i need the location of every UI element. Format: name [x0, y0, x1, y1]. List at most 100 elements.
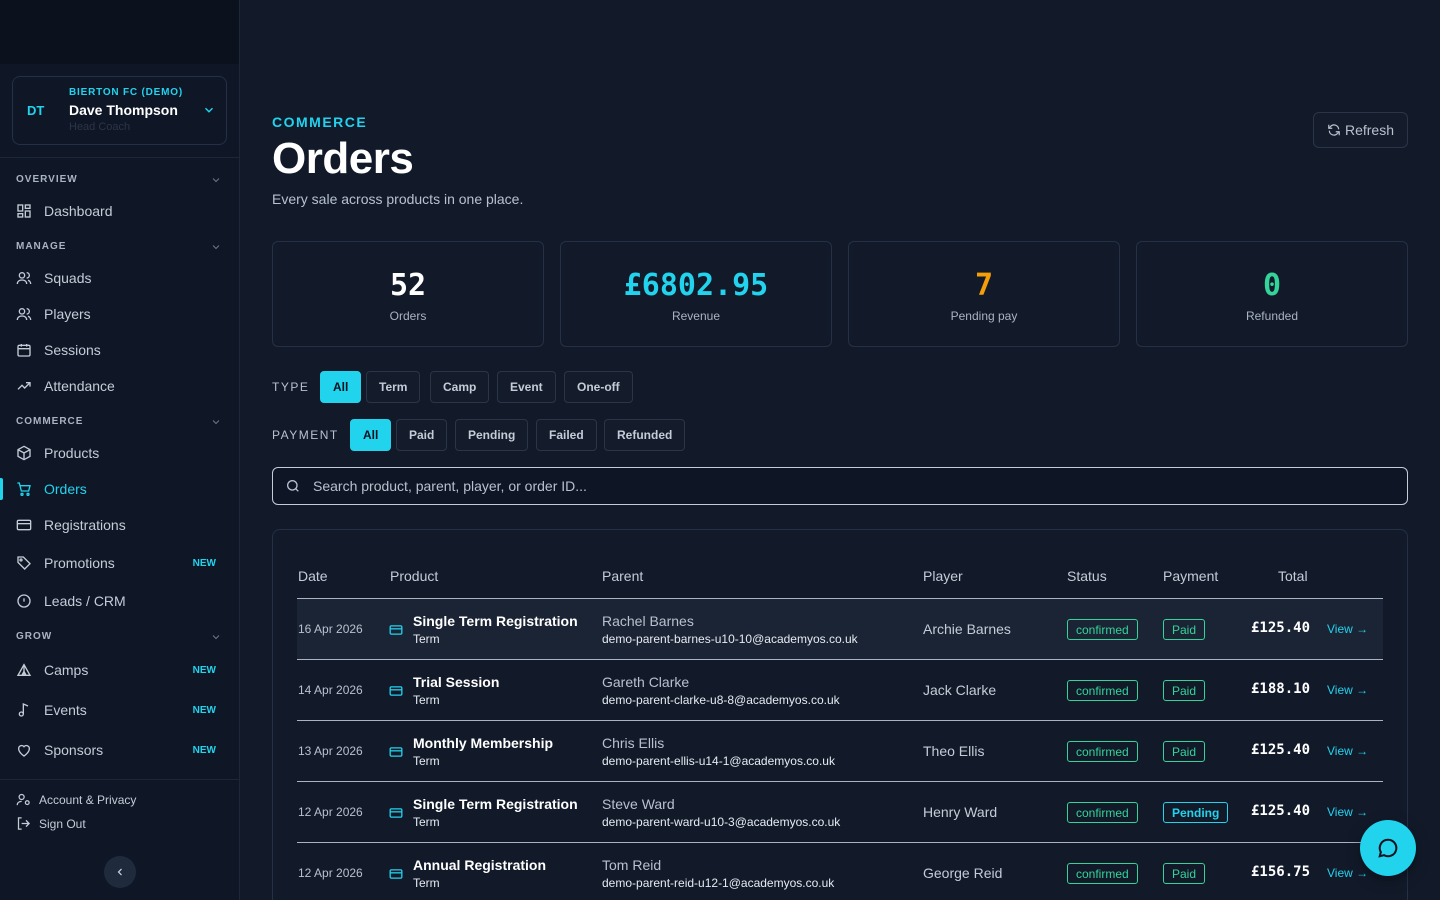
sidebar-item-promotions[interactable]: Promotions NEW	[0, 548, 239, 578]
type-filter-one-off[interactable]: One-off	[564, 371, 633, 403]
user-name: Dave Thompson	[69, 102, 178, 118]
view-order-link[interactable]: View →	[1327, 744, 1368, 758]
chat-button[interactable]	[1360, 820, 1416, 876]
payment-filter-refunded[interactable]: Refunded	[604, 419, 686, 451]
sidebar-item-dashboard[interactable]: Dashboard	[0, 196, 239, 226]
sidebar-item-leads-crm[interactable]: Leads / CRM	[0, 586, 239, 616]
card-icon	[389, 869, 403, 879]
chevron-down-icon[interactable]	[210, 416, 222, 428]
payment-filter-failed[interactable]: Failed	[536, 419, 597, 451]
card-icon	[389, 625, 403, 635]
account-privacy-link[interactable]: Account & Privacy	[16, 792, 136, 807]
table-row[interactable]: 16 Apr 2026 Single Term Registration Ter…	[297, 599, 1383, 660]
product-type: Term	[413, 693, 440, 707]
avatar: DT	[27, 103, 45, 118]
sidebar-item-label: Dashboard	[44, 203, 113, 219]
payment-filter-pending[interactable]: Pending	[455, 419, 529, 451]
player-name: Archie Barnes	[923, 621, 1011, 637]
column-header-product[interactable]: Product	[390, 568, 438, 584]
view-order-link[interactable]: View →	[1327, 622, 1368, 636]
sidebar-item-registrations[interactable]: Registrations	[0, 510, 239, 540]
heart-icon	[18, 744, 30, 757]
refresh-button[interactable]: Refresh	[1313, 112, 1408, 148]
type-filter-camp[interactable]: Camp	[430, 371, 490, 403]
order-total: £125.40	[1251, 742, 1311, 758]
sidebar-item-attendance[interactable]: Attendance	[0, 371, 239, 401]
club-name: BIERTON FC (DEMO)	[69, 87, 183, 98]
sidebar-item-label: Squads	[44, 270, 92, 286]
parent-name: Gareth Clarke	[602, 674, 690, 690]
section-overview: OVERVIEW	[16, 174, 78, 185]
status-badge: confirmed	[1067, 741, 1138, 762]
sidebar-item-label: Camps	[44, 662, 89, 678]
player-name: Jack Clarke	[923, 682, 997, 698]
view-order-link[interactable]: View →	[1327, 866, 1368, 880]
chevron-down-icon[interactable]	[210, 631, 222, 643]
status-badge: confirmed	[1067, 619, 1138, 640]
collapse-sidebar-button[interactable]	[104, 856, 136, 888]
table-row[interactable]: 14 Apr 2026 Trial Session Term Gareth Cl…	[297, 660, 1383, 721]
new-badge: NEW	[192, 704, 216, 716]
payment-filter-all[interactable]: All	[350, 419, 392, 451]
type-filter-event[interactable]: Event	[497, 371, 556, 403]
column-header-parent[interactable]: Parent	[602, 568, 643, 584]
stat-label: Orders	[389, 309, 427, 323]
order-total: £156.75	[1251, 864, 1311, 880]
tag-icon	[17, 556, 31, 570]
column-header-status[interactable]: Status	[1067, 568, 1107, 584]
stat-card-pending: 7 Pending pay	[848, 241, 1120, 347]
column-header-player[interactable]: Player	[923, 568, 963, 584]
order-date: 16 Apr 2026	[298, 622, 363, 636]
sign-out-link[interactable]: Sign Out	[16, 816, 86, 831]
sidebar-item-products[interactable]: Products	[0, 438, 239, 468]
product-name: Single Term Registration	[413, 613, 578, 629]
order-date: 12 Apr 2026	[298, 805, 363, 819]
product-name: Trial Session	[413, 674, 500, 690]
chevron-down-icon[interactable]	[210, 241, 222, 253]
player-name: George Reid	[923, 865, 1003, 881]
sidebar-item-squads[interactable]: Squads	[0, 263, 239, 293]
type-filter-term[interactable]: Term	[366, 371, 421, 403]
product-type: Term	[413, 815, 440, 829]
refresh-label: Refresh	[1344, 122, 1395, 138]
new-badge: NEW	[192, 744, 216, 756]
sidebar-item-camps[interactable]: Camps NEW	[0, 655, 239, 685]
column-header-payment[interactable]: Payment	[1163, 568, 1218, 584]
payment-badge: Paid	[1163, 741, 1206, 762]
payment-badge: Paid	[1163, 680, 1206, 701]
table-row[interactable]: 12 Apr 2026 Single Term Registration Ter…	[297, 782, 1383, 843]
type-filter-all[interactable]: All	[320, 371, 362, 403]
parent-email: demo-parent-reid-u12-1@academyos.co.uk	[602, 876, 835, 890]
table-row[interactable]: 13 Apr 2026 Monthly Membership Term Chri…	[297, 721, 1383, 782]
view-order-link[interactable]: View →	[1327, 683, 1368, 697]
stat-label: Refunded	[1245, 309, 1299, 323]
payment-badge: Paid	[1163, 863, 1206, 884]
sidebar-item-events[interactable]: Events NEW	[0, 695, 239, 725]
section-grow: GROW	[16, 631, 53, 642]
chevron-down-icon[interactable]	[210, 174, 222, 186]
parent-name: Rachel Barnes	[602, 613, 694, 629]
column-header-date[interactable]: Date	[298, 568, 328, 584]
sidebar: DT BIERTON FC (DEMO) Dave Thompson Head …	[0, 0, 240, 900]
page-eyebrow: COMMERCE	[272, 114, 368, 130]
order-date: 13 Apr 2026	[298, 744, 363, 758]
sidebar-item-sessions[interactable]: Sessions	[0, 335, 239, 365]
user-role: Head Coach	[69, 121, 131, 133]
parent-email: demo-parent-ellis-u14-1@academyos.co.uk	[602, 754, 835, 768]
chat-bubble-icon	[1378, 838, 1398, 858]
product-type: Term	[413, 632, 440, 646]
view-order-link[interactable]: View →	[1327, 805, 1368, 819]
table-row[interactable]: 12 Apr 2026 Annual Registration Term Tom…	[297, 843, 1383, 900]
column-header-total[interactable]: Total	[1278, 568, 1308, 584]
sidebar-item-sponsors[interactable]: Sponsors NEW	[0, 735, 239, 765]
sidebar-item-orders[interactable]: Orders	[0, 474, 239, 504]
payment-filter-paid[interactable]: Paid	[396, 419, 448, 451]
stat-label: Pending pay	[950, 309, 1018, 323]
account-switcher[interactable]: DT BIERTON FC (DEMO) Dave Thompson Head …	[12, 76, 227, 145]
search-bar[interactable]	[272, 467, 1408, 505]
search-input[interactable]	[313, 478, 1373, 494]
sign-out-icon	[17, 817, 31, 830]
sidebar-item-label: Players	[44, 306, 91, 322]
section-manage: MANAGE	[16, 241, 67, 252]
sidebar-item-players[interactable]: Players	[0, 299, 239, 329]
